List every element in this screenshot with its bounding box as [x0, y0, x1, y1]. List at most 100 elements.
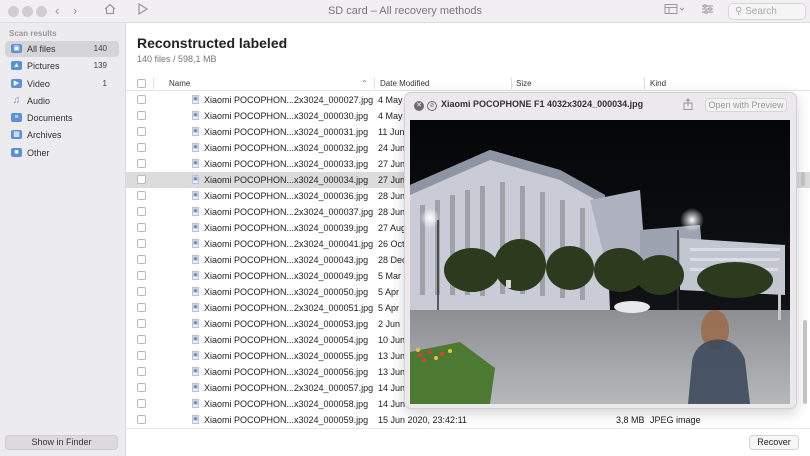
file-name: Xiaomi POCOPHON...x3024_000053.jpg — [204, 319, 369, 329]
sidebar-section-title: Scan results — [9, 29, 57, 38]
sidebar-item-label: Archives — [27, 130, 62, 140]
row-checkbox[interactable] — [137, 223, 146, 232]
vertical-scrollbar[interactable] — [803, 320, 807, 404]
sidebar-item-all-files[interactable]: ▣ All files 140 — [5, 41, 119, 57]
file-name: Xiaomi POCOPHON...x3024_000059.jpg — [204, 415, 369, 425]
file-date: 5 Mar — [378, 271, 402, 281]
night-street-photo — [410, 120, 790, 404]
row-checkbox[interactable] — [137, 255, 146, 264]
row-checkbox[interactable] — [137, 367, 146, 376]
app-window: ‹ › SD card – All recovery methods ⚲ Sea… — [0, 0, 810, 456]
file-name: Xiaomi POCOPHON...x3024_000039.jpg — [204, 223, 369, 233]
file-date: 11 Jun — [378, 127, 405, 137]
preview-title: Xiaomi POCOPHONE F1 4032x3024_000034.jpg — [441, 99, 644, 109]
row-checkbox[interactable] — [137, 159, 146, 168]
sidebar-item-count: 1 — [102, 79, 107, 88]
table-row[interactable]: ▣ Xiaomi POCOPHON...x3024_000059.jpg 15 Ju… — [126, 412, 810, 428]
file-kind: JPEG image — [650, 415, 701, 425]
close-preview-icon[interactable]: ✕ — [414, 101, 424, 111]
row-checkbox[interactable] — [137, 319, 146, 328]
row-checkbox[interactable] — [137, 191, 146, 200]
row-checkbox[interactable] — [137, 175, 146, 184]
row-checkbox[interactable] — [137, 303, 146, 312]
row-checkbox[interactable] — [137, 335, 146, 344]
sidebar-item-count: 139 — [93, 61, 107, 70]
video-icon: ▶ — [11, 79, 22, 88]
row-checkbox[interactable] — [137, 207, 146, 216]
sidebar-item-pictures[interactable]: ▲ Pictures 139 — [5, 58, 119, 74]
column-divider — [374, 78, 375, 89]
file-date: 28 Dec — [378, 255, 407, 265]
file-name: Xiaomi POCOPHON...x3024_000031.jpg — [204, 127, 369, 137]
sidebar-item-label: Audio — [27, 96, 51, 106]
file-name: Xiaomi POCOPHON...x3024_000054.jpg — [204, 335, 369, 345]
recover-button[interactable]: Recover — [749, 435, 799, 450]
row-checkbox[interactable] — [137, 351, 146, 360]
column-divider — [153, 78, 154, 89]
file-date: 27 Jun — [378, 159, 406, 169]
chevron-down-icon[interactable]: ⌄ — [278, 36, 286, 47]
row-checkbox[interactable] — [137, 271, 146, 280]
column-header-date[interactable]: Date Modified — [380, 79, 429, 88]
column-header-name[interactable]: Name — [169, 79, 190, 88]
column-divider — [511, 78, 512, 89]
sidebar-item-archives[interactable]: ▩ Archives — [5, 127, 119, 143]
sidebar-item-video[interactable]: ▶ Video 1 — [5, 76, 119, 92]
all-files-icon: ▣ — [11, 44, 22, 53]
image-file-icon: ▣ — [192, 415, 199, 424]
row-checkbox[interactable] — [137, 415, 146, 424]
row-checkbox[interactable] — [137, 399, 146, 408]
image-file-icon: ▣ — [192, 287, 199, 296]
table-header: Name ⌃ Date Modified Size Kind — [126, 76, 810, 91]
row-checkbox[interactable] — [137, 95, 146, 104]
sidebar-item-count: 140 — [93, 44, 107, 53]
page-title[interactable]: Reconstructed labeled — [137, 35, 287, 51]
image-file-icon: ▣ — [192, 127, 199, 136]
row-checkbox[interactable] — [137, 127, 146, 136]
sidebar-item-documents[interactable]: ≡ Documents — [5, 110, 119, 126]
window-title: SD card – All recovery methods — [327, 5, 483, 17]
file-name: Xiaomi POCOPHON...2x3024_000051.jpg — [204, 303, 374, 313]
open-with-preview-button[interactable]: Open with Preview — [705, 98, 787, 112]
image-file-icon: ▣ — [192, 207, 199, 216]
select-all-checkbox[interactable] — [137, 79, 146, 88]
sidebar-item-label: Documents — [27, 113, 73, 123]
column-header-kind[interactable]: Kind — [650, 79, 666, 88]
row-checkbox[interactable] — [137, 111, 146, 120]
block-icon[interactable]: ⊘ — [427, 101, 437, 111]
file-date: 27 Jun — [378, 175, 406, 185]
file-date: 13 Jun — [378, 367, 406, 377]
file-name: Xiaomi POCOPHON...2x3024_000027.jpg — [204, 95, 374, 105]
image-file-icon: ▣ — [192, 175, 199, 184]
column-header-size[interactable]: Size — [516, 79, 532, 88]
row-checkbox[interactable] — [137, 143, 146, 152]
file-summary: 140 files / 598,1 MB — [137, 54, 217, 64]
sidebar-item-label: Other — [27, 148, 50, 158]
sidebar-item-audio[interactable]: ♫ Audio — [5, 93, 119, 109]
filter-icon[interactable] — [701, 3, 714, 19]
file-date: 4 May — [378, 111, 403, 121]
view-options-icon[interactable] — [664, 3, 686, 19]
image-file-icon: ▣ — [192, 223, 199, 232]
row-checkbox[interactable] — [137, 287, 146, 296]
sidebar-item-label: All files — [27, 44, 56, 54]
row-checkbox[interactable] — [137, 383, 146, 392]
sort-ascending-icon[interactable]: ⌃ — [361, 79, 368, 88]
image-file-icon: ▣ — [192, 159, 199, 168]
row-checkbox[interactable] — [137, 239, 146, 248]
image-file-icon: ▣ — [192, 143, 199, 152]
show-in-finder-button[interactable]: Show in Finder — [5, 435, 118, 450]
image-file-icon: ▣ — [192, 367, 199, 376]
file-date: 4 May — [378, 95, 403, 105]
pictures-icon: ▲ — [11, 61, 22, 70]
image-file-icon: ▣ — [192, 111, 199, 120]
image-file-icon: ▣ — [192, 255, 199, 264]
share-icon[interactable] — [683, 98, 693, 113]
file-date: 14 Jun — [378, 399, 406, 409]
search-input[interactable]: ⚲ Search — [728, 3, 806, 20]
image-file-icon: ▣ — [192, 335, 199, 344]
scrollbar-thumb[interactable] — [801, 172, 805, 186]
file-date: 14 Jun — [378, 383, 406, 393]
sidebar-item-other[interactable]: ■ Other — [5, 145, 119, 161]
file-name: Xiaomi POCOPHON...2x3024_000037.jpg — [204, 207, 374, 217]
